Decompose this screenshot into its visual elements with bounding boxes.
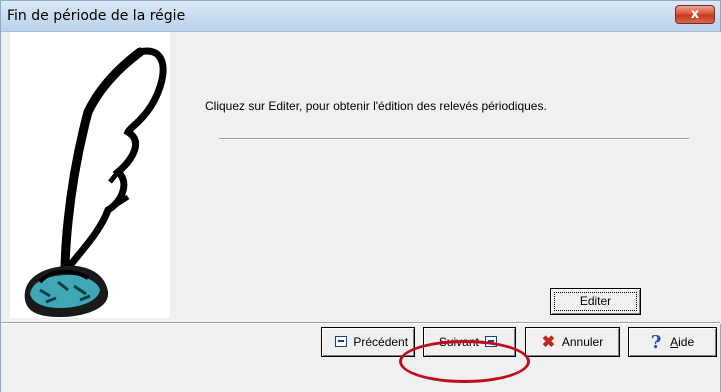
- cancel-x-icon: ✖: [541, 334, 556, 351]
- help-question-icon: ?: [650, 332, 662, 353]
- wizard-window: Fin de période de la régie x Cliquez sur…: [0, 0, 721, 392]
- quill-and-inkwell-icon: [10, 32, 170, 318]
- suivant-button[interactable]: Suivant: [423, 327, 516, 357]
- window-title: Fin de période de la régie: [7, 8, 186, 24]
- title-bar: Fin de période de la régie x: [1, 1, 720, 32]
- wizard-body: Cliquez sur Editer, pour obtenir l'éditi…: [2, 32, 721, 324]
- focus-rect: [554, 292, 637, 311]
- aide-button[interactable]: ? Aide: [628, 327, 717, 357]
- annuler-label: Annuler: [561, 335, 604, 349]
- annuler-button[interactable]: ✖ Annuler: [525, 327, 620, 357]
- suivant-label: Suivant: [438, 335, 479, 349]
- close-button[interactable]: x: [675, 5, 715, 24]
- editer-button[interactable]: Editer: [550, 288, 641, 315]
- close-icon: x: [690, 7, 700, 22]
- precedent-button[interactable]: Précédent: [321, 327, 415, 357]
- separator: [219, 138, 689, 140]
- aide-accel: A: [670, 335, 679, 349]
- next-icon: [485, 336, 498, 347]
- precedent-label: Précédent: [353, 335, 409, 349]
- instruction-text: Cliquez sur Editer, pour obtenir l'éditi…: [205, 99, 547, 113]
- aide-label: ide: [678, 335, 695, 349]
- prev-icon: [335, 336, 347, 347]
